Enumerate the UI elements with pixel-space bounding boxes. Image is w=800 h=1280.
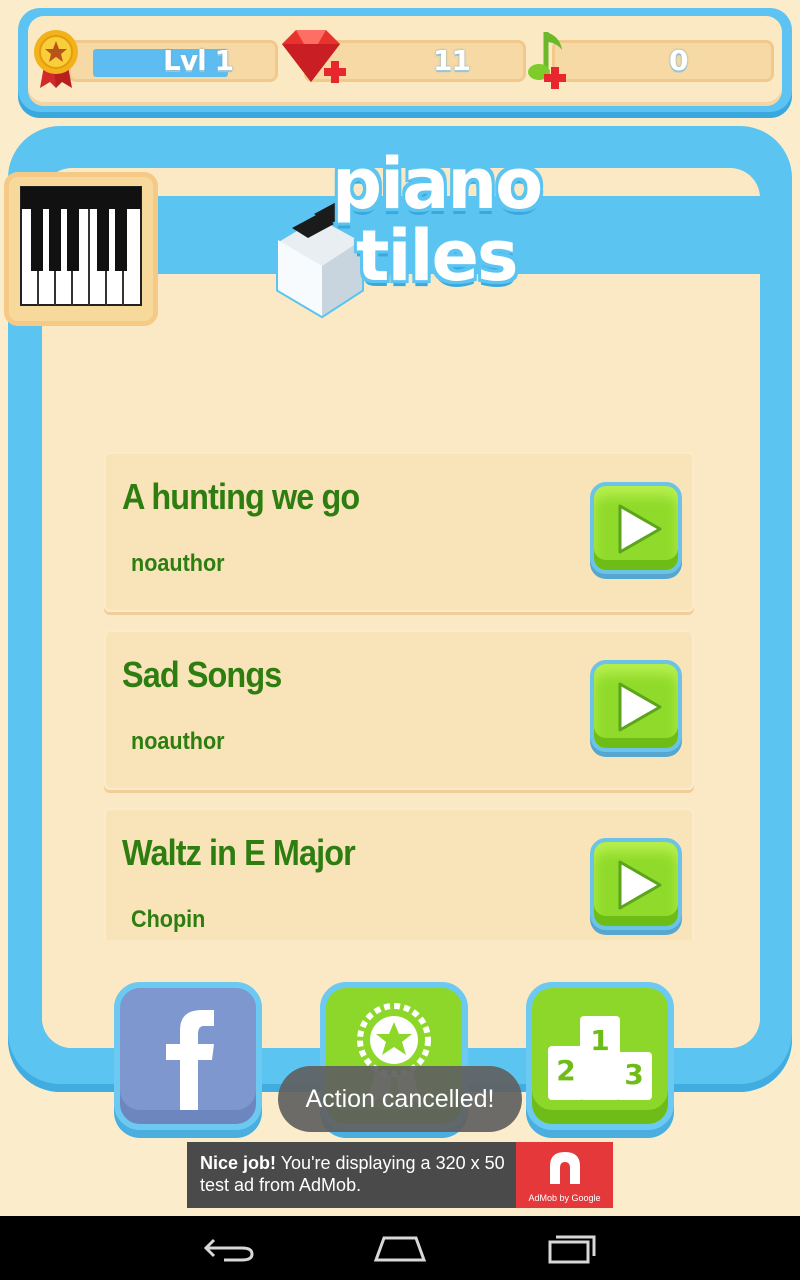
ad-headline: Nice job!	[200, 1153, 277, 1173]
svg-text:3: 3	[624, 1058, 643, 1091]
facebook-button[interactable]	[114, 982, 262, 1130]
gold-medal-icon	[34, 30, 78, 88]
level-label: Lvl 1	[163, 44, 234, 77]
toast-message: Action cancelled!	[278, 1066, 522, 1132]
recents-icon	[548, 1235, 596, 1264]
song-list[interactable]: A hunting we go noauthor Sad Songs noaut…	[102, 450, 696, 940]
play-button[interactable]	[590, 838, 682, 930]
play-button[interactable]	[590, 660, 682, 752]
play-icon	[618, 860, 662, 910]
svg-text:1: 1	[590, 1024, 609, 1057]
nav-home-button[interactable]	[370, 1230, 430, 1266]
logo-line-tiles: tiles	[356, 215, 519, 297]
song-title: Sad Songs	[122, 654, 282, 695]
song-author: noauthor	[131, 550, 225, 577]
song-title: Waltz in E Major	[122, 832, 356, 873]
song-author: noauthor	[131, 728, 225, 755]
app-logo: piano tiles	[270, 140, 543, 330]
play-icon	[618, 504, 662, 554]
notes-count: 0	[669, 44, 689, 77]
admob-logo: AdMob by Google	[516, 1142, 613, 1208]
admob-icon	[550, 1152, 580, 1184]
facebook-icon	[166, 1010, 214, 1110]
logo-line-piano: piano	[332, 143, 543, 225]
svg-text:2: 2	[556, 1054, 575, 1087]
ruby-plus-icon[interactable]	[276, 26, 348, 90]
music-note-plus-icon[interactable]	[524, 26, 574, 90]
piano-keys-icon	[20, 186, 142, 306]
ad-banner[interactable]: Nice job! You're displaying a 320 x 50 t…	[187, 1142, 613, 1208]
nav-back-button[interactable]	[200, 1230, 260, 1266]
back-arrow-icon	[203, 1238, 254, 1262]
piano-badge[interactable]	[4, 172, 158, 326]
play-icon	[618, 682, 662, 732]
play-button[interactable]	[590, 482, 682, 574]
song-card[interactable]: A hunting we go noauthor	[104, 452, 694, 612]
admob-brand: AdMob by Google	[528, 1193, 601, 1203]
song-author: Chopin	[131, 906, 206, 933]
song-card[interactable]: Waltz in E Major Chopin	[104, 808, 694, 940]
level-display: Lvl 1	[68, 40, 278, 82]
nav-recents-button[interactable]	[542, 1230, 602, 1266]
ad-text: Nice job! You're displaying a 320 x 50 t…	[200, 1152, 516, 1196]
notes-display[interactable]: 0	[552, 40, 774, 82]
leaderboard-button[interactable]: 1 2 3	[526, 982, 674, 1130]
song-title: A hunting we go	[122, 476, 360, 517]
song-card[interactable]: Sad Songs noauthor	[104, 630, 694, 790]
home-icon	[373, 1236, 427, 1262]
podium-icon: 1 2 3	[548, 1016, 652, 1100]
gems-count: 11	[433, 44, 471, 77]
system-nav-bar	[0, 1216, 800, 1280]
